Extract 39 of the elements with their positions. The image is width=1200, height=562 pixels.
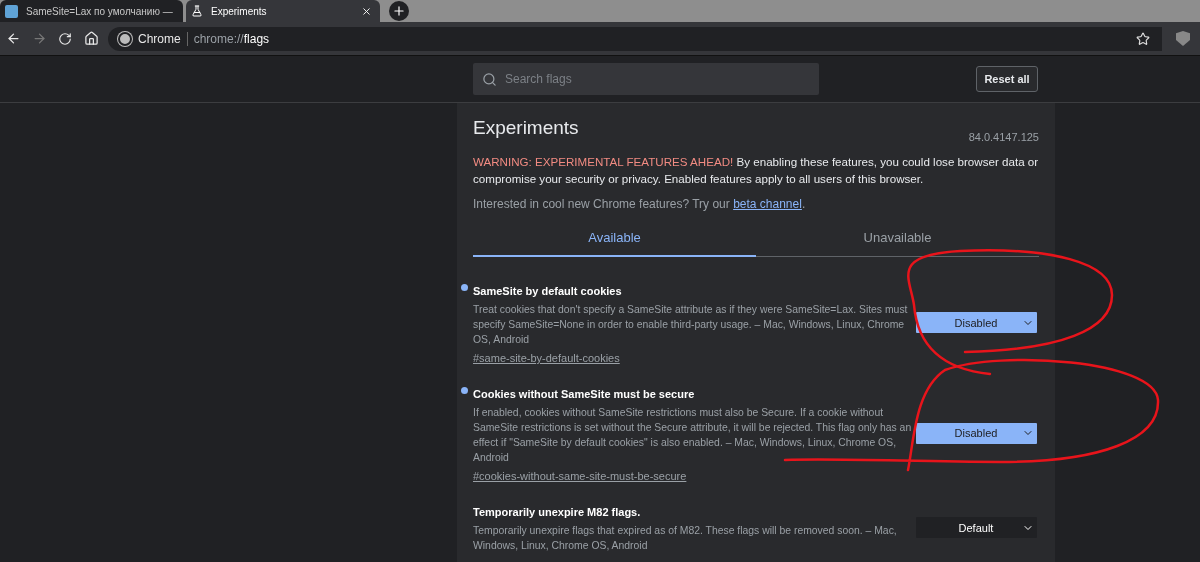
new-tab-button[interactable] xyxy=(389,1,409,21)
tab-title: Experiments xyxy=(211,5,268,17)
flag-dropdown[interactable]: Disabled xyxy=(916,312,1037,333)
search-icon xyxy=(482,71,497,87)
search-field[interactable]: Search flags xyxy=(473,63,819,95)
flag-description: Temporarily unexpire flags that expired as of M82. These flags will be removed soon. – Mac, Windows, Linux, Chrome OS, Android xyxy=(473,524,898,553)
page-title: Experiments xyxy=(473,117,579,139)
favicon-icon xyxy=(5,4,18,18)
reload-icon xyxy=(58,31,72,46)
version-text: 84.0.4147.125 xyxy=(968,131,1039,143)
flag-name: Temporarily unexpire M82 flags. xyxy=(473,506,641,518)
address-bar[interactable]: Chrome chrome://flags xyxy=(108,26,1162,51)
beta-channel-link[interactable]: beta channel xyxy=(733,197,802,211)
flag-description: If enabled, cookies without SameSite restrictions must also be Secure. If a cookie without SameSite restrictions is set without the Secure attribute, it will be rejected. This flag only has an effect if "SameSite by default cookies" is also enabled. – Mac, Windows, Linux, Chrome OS, Android xyxy=(473,406,913,465)
promo-text: Interested in cool new Chrome features? Try our beta channel. xyxy=(473,197,807,211)
plus-icon xyxy=(392,4,406,18)
flag-name: Cookies without SameSite must be secure xyxy=(473,388,695,400)
site-label: Chrome xyxy=(138,31,188,46)
flag-dropdown[interactable]: Disabled xyxy=(916,422,1037,444)
reset-all-button[interactable]: Reset all xyxy=(976,66,1038,92)
shield-extension-icon[interactable] xyxy=(1176,31,1190,46)
warning-text: WARNING: EXPERIMENTAL FEATURES AHEAD! By enabling these features, you could lose browser data or compromise your security or privacy. Enabled features apply to all users of this browser. xyxy=(473,154,1039,187)
section-tab[interactable]: Available xyxy=(473,219,756,257)
home-icon xyxy=(83,31,99,46)
tab-title: SameSite=Lax по умолчанию — xyxy=(26,5,173,17)
flag-description: Treat cookies that don't specify a SameSite attribute as if they were SameSite=Lax. Sites must specify SameSite=None in order to enable third-party usage. – Mac, Windows, Linux, Chrome OS, Android xyxy=(473,303,909,347)
close-icon xyxy=(361,5,372,17)
flag-link[interactable]: #cookies-without-same-site-must-be-secure xyxy=(473,470,687,482)
browser-tab[interactable]: SameSite=Lax по умолчанию — xyxy=(0,0,183,22)
browser-tab[interactable]: Experiments xyxy=(186,0,380,22)
section-tab[interactable]: Unavailable xyxy=(756,219,1039,257)
bookmark-star-icon xyxy=(1136,31,1150,46)
flag-dropdown[interactable]: Default xyxy=(916,517,1037,538)
url-text: chrome://flags xyxy=(193,31,270,46)
flask-icon xyxy=(191,5,203,17)
flag-name: SameSite by default cookies xyxy=(473,285,622,297)
search-input[interactable]: Search flags xyxy=(503,71,787,87)
flag-link[interactable]: #same-site-by-default-cookies xyxy=(473,352,620,364)
forward-arrow-icon xyxy=(31,31,47,46)
